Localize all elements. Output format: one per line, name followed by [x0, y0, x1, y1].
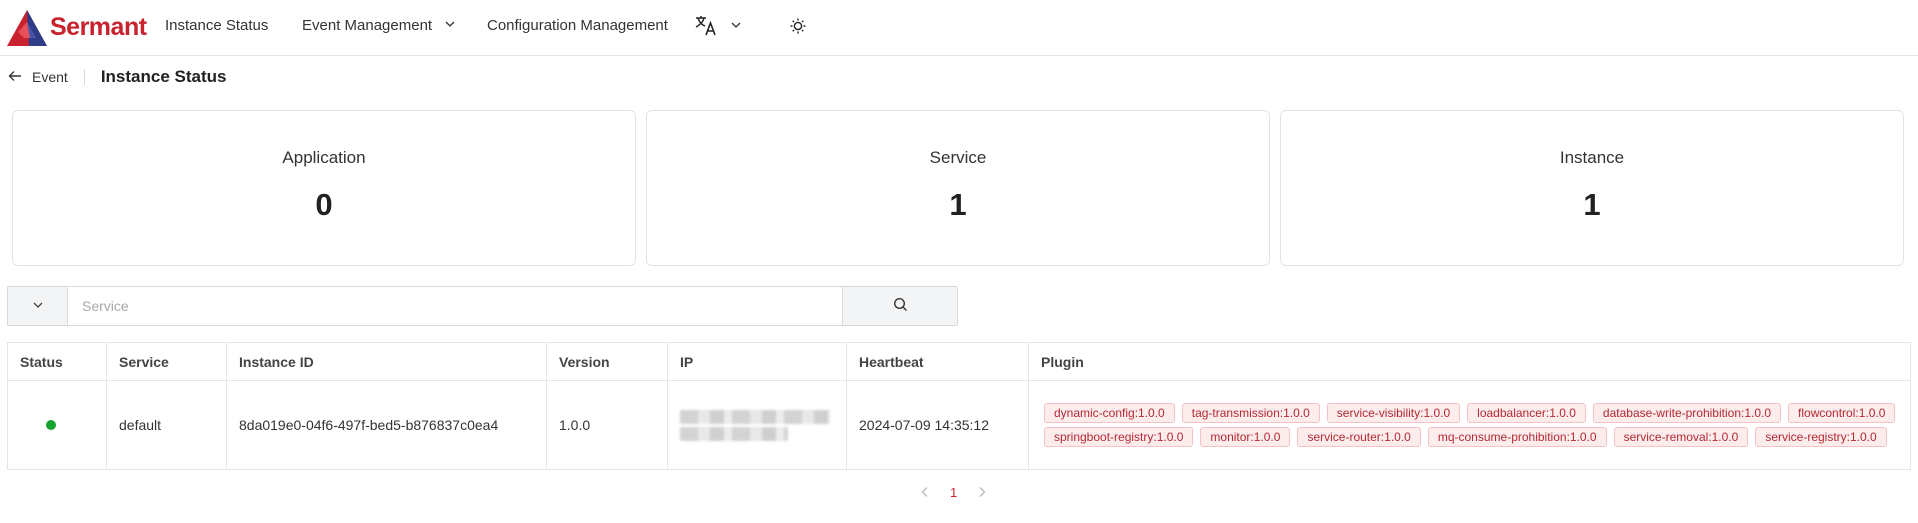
column-header-instance-id[interactable]: Instance ID — [226, 342, 547, 381]
plugin-tag-list: dynamic-config:1.0.0 tag-transmission:1.… — [1041, 397, 1910, 453]
column-header-status[interactable]: Status — [7, 342, 107, 381]
redacted-ip — [680, 426, 788, 441]
pagination: 1 — [918, 481, 989, 503]
chevron-down-icon — [32, 298, 44, 314]
heartbeat-cell: 2024-07-09 14:35:12 — [846, 380, 1029, 470]
arrow-left-icon — [8, 69, 22, 85]
plugin-tag: service-removal:1.0.0 — [1613, 427, 1749, 447]
chevron-down-icon — [730, 18, 742, 34]
nav-instance-status[interactable]: Instance Status — [165, 0, 268, 52]
column-header-service[interactable]: Service — [106, 342, 227, 381]
plugin-tag: monitor:1.0.0 — [1200, 427, 1291, 447]
ip-cell — [667, 380, 847, 470]
search-button[interactable] — [842, 287, 957, 325]
plugin-tag: tag-transmission:1.0.0 — [1181, 403, 1320, 423]
service-cell: default — [106, 380, 227, 470]
nav-event-management-label: Event Management — [302, 17, 433, 34]
plugin-tag: service-visibility:1.0.0 — [1326, 403, 1461, 423]
plugin-cell: dynamic-config:1.0.0 tag-transmission:1.… — [1028, 380, 1911, 470]
plugin-tag: flowcontrol:1.0.0 — [1788, 403, 1896, 423]
page-title: Instance Status — [100, 67, 227, 86]
back-link[interactable]: Event — [8, 69, 68, 85]
sermant-logo-icon — [7, 9, 47, 46]
page-number[interactable]: 1 — [950, 485, 957, 500]
translate-icon — [694, 14, 718, 39]
instance-id-cell: 8da019e0-04f6-497f-bed5-b876837c0ea4 — [226, 380, 547, 470]
version-cell: 1.0.0 — [546, 380, 668, 470]
plugin-tag: dynamic-config:1.0.0 — [1044, 403, 1175, 423]
stat-label: Instance — [1559, 148, 1625, 167]
column-header-version[interactable]: Version — [546, 342, 668, 381]
stat-card-service: Service 1 — [646, 110, 1270, 266]
redacted-ip — [680, 409, 830, 424]
table-row: default 8da019e0-04f6-497f-bed5-b876837c… — [7, 380, 1911, 470]
column-header-ip[interactable]: IP — [667, 342, 847, 381]
stat-card-application: Application 0 — [12, 110, 636, 266]
nav-configuration-management[interactable]: Configuration Management — [487, 0, 668, 52]
plugin-tag: service-router:1.0.0 — [1297, 427, 1421, 447]
plugin-tag: service-registry:1.0.0 — [1755, 427, 1887, 447]
search-icon — [893, 297, 908, 315]
language-switcher[interactable] — [694, 12, 742, 40]
stat-value: 1 — [1583, 187, 1601, 222]
sermant-logo[interactable]: Sermant — [6, 6, 147, 50]
search-bar — [7, 286, 958, 326]
stat-label: Service — [929, 148, 987, 167]
plugin-tag: database-write-prohibition:1.0.0 — [1592, 403, 1782, 423]
breadcrumb: Event Instance Status — [8, 64, 226, 90]
back-link-label: Event — [32, 69, 68, 85]
column-header-plugin[interactable]: Plugin — [1028, 342, 1911, 381]
stat-label: Application — [282, 148, 366, 167]
stat-value: 1 — [949, 187, 967, 222]
nav-event-management[interactable]: Event Management — [302, 0, 456, 52]
plugin-tag: springboot-registry:1.0.0 — [1044, 427, 1194, 447]
brand-name: Sermant — [50, 13, 147, 41]
search-field-select[interactable] — [8, 287, 68, 325]
previous-page-icon[interactable] — [918, 485, 932, 499]
instance-table: Status Service Instance ID Version IP He… — [7, 342, 1911, 470]
sun-icon[interactable] — [788, 16, 808, 36]
stat-value: 0 — [315, 187, 333, 222]
breadcrumb-divider — [83, 69, 85, 85]
top-navbar: Sermant Instance Status Event Management… — [0, 0, 1918, 56]
stat-card-instance: Instance 1 — [1280, 110, 1904, 266]
plugin-tag: loadbalancer:1.0.0 — [1467, 403, 1586, 423]
status-cell — [7, 380, 107, 470]
search-input[interactable] — [68, 287, 842, 325]
plugin-tag: mq-consume-prohibition:1.0.0 — [1427, 427, 1607, 447]
chevron-down-icon — [444, 0, 456, 52]
column-header-heartbeat[interactable]: Heartbeat — [846, 342, 1029, 381]
next-page-icon[interactable] — [975, 485, 989, 499]
status-online-dot — [46, 420, 56, 430]
table-header-row: Status Service Instance ID Version IP He… — [7, 342, 1911, 381]
